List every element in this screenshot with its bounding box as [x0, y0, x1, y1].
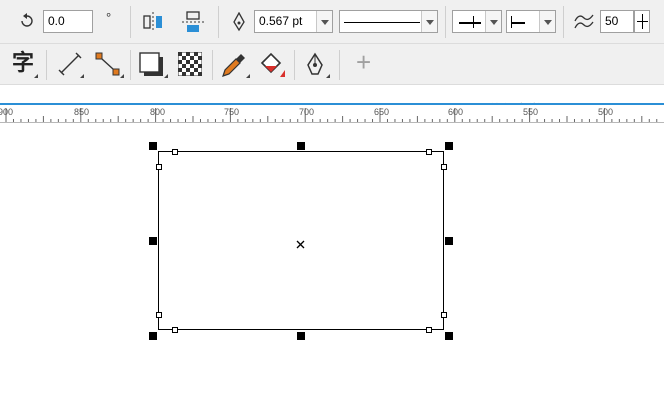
rotate-icon	[18, 12, 36, 35]
separator	[46, 50, 47, 80]
drop-shadow-icon[interactable]	[139, 52, 165, 83]
selection-handle-right[interactable]	[445, 237, 453, 245]
smoothing-input[interactable]: 50	[600, 10, 634, 33]
arrowhead-tick	[473, 16, 474, 28]
chevron-down-icon[interactable]	[485, 11, 501, 32]
flyout-indicator	[34, 74, 38, 78]
separator	[294, 50, 295, 80]
flyout-indicator	[326, 74, 330, 78]
selection-handle-top[interactable]	[297, 142, 305, 150]
arrowhead-tick	[511, 16, 512, 28]
corner-node[interactable]	[441, 312, 447, 318]
eyedropper-icon[interactable]	[221, 52, 247, 83]
selection-handle-bottom-right[interactable]	[445, 332, 453, 340]
transparency-icon[interactable]	[177, 51, 203, 81]
arrowhead-preview	[511, 22, 525, 24]
ruler-label: 500	[598, 107, 614, 117]
chevron-down-icon[interactable]	[316, 11, 332, 32]
corner-node[interactable]	[172, 327, 178, 333]
selection-handle-left[interactable]	[149, 237, 157, 245]
line-style-preview	[344, 22, 420, 23]
chevron-down-icon[interactable]	[421, 11, 437, 32]
corner-node[interactable]	[426, 327, 432, 333]
ruler-ticks	[5, 108, 658, 122]
ruler-label: 650	[374, 107, 390, 117]
end-arrowhead-dropdown[interactable]	[506, 10, 556, 33]
property-bar: 0.0 ° 0.567 pt 50	[0, 0, 664, 44]
separator	[130, 6, 131, 38]
ruler-label: 850	[74, 107, 90, 117]
separator	[130, 50, 131, 80]
pen-nib-icon	[232, 11, 246, 37]
separator	[339, 50, 340, 80]
corner-node[interactable]	[426, 149, 432, 155]
ruler-label: 600	[448, 107, 464, 117]
selection-handle-top-right[interactable]	[445, 142, 453, 150]
smoothing-icon	[574, 12, 594, 35]
outline-width-value: 0.567 pt	[259, 14, 303, 28]
center-mark-icon[interactable]	[296, 236, 305, 254]
rotation-angle-input[interactable]: 0.0	[43, 10, 93, 33]
ruler-label: 800	[150, 107, 166, 117]
ruler-label: 550	[523, 107, 539, 117]
dimension-tool-icon[interactable]	[58, 52, 82, 81]
connector-tool-icon[interactable]	[95, 52, 121, 81]
smoothing-slider-button[interactable]	[634, 10, 650, 33]
ruler-label: 900	[0, 107, 14, 117]
horizontal-ruler[interactable]: 900 850 800 750 700 650 600 550 500	[0, 103, 664, 123]
corner-node[interactable]	[156, 312, 162, 318]
start-arrowhead-dropdown[interactable]	[452, 10, 502, 33]
mirror-vertical-icon[interactable]	[181, 11, 205, 38]
slider-line	[637, 21, 648, 22]
separator	[563, 6, 564, 38]
arrowhead-preview	[459, 22, 481, 24]
flyout-indicator	[120, 74, 124, 78]
mirror-horizontal-icon[interactable]	[142, 11, 164, 38]
line-style-dropdown[interactable]	[339, 10, 438, 33]
interactive-fill-icon[interactable]	[259, 52, 287, 83]
corner-node[interactable]	[156, 164, 162, 170]
add-icon[interactable]: +	[356, 47, 371, 77]
outline-width-dropdown[interactable]: 0.567 pt	[254, 10, 333, 33]
separator	[212, 50, 213, 80]
selection-handle-bottom[interactable]	[297, 332, 305, 340]
toolbox-bar: 字 + 软件自学网：RJZXW.COM	[0, 44, 664, 117]
text-tool-icon[interactable]: 字	[12, 50, 34, 76]
separator	[218, 6, 219, 38]
ruler-label: 700	[299, 107, 315, 117]
outline-pen-icon[interactable]	[305, 52, 325, 83]
chevron-down-icon[interactable]	[539, 11, 555, 32]
selection-handle-bottom-left[interactable]	[149, 332, 157, 340]
selection-handle-top-left[interactable]	[149, 142, 157, 150]
separator	[445, 6, 446, 38]
flyout-indicator	[164, 74, 168, 78]
flyout-indicator	[246, 74, 250, 78]
flyout-indicator	[80, 74, 84, 78]
rotation-degree-unit: °	[106, 10, 112, 25]
ruler-label: 750	[224, 107, 240, 117]
corner-node[interactable]	[172, 149, 178, 155]
corner-node[interactable]	[441, 164, 447, 170]
